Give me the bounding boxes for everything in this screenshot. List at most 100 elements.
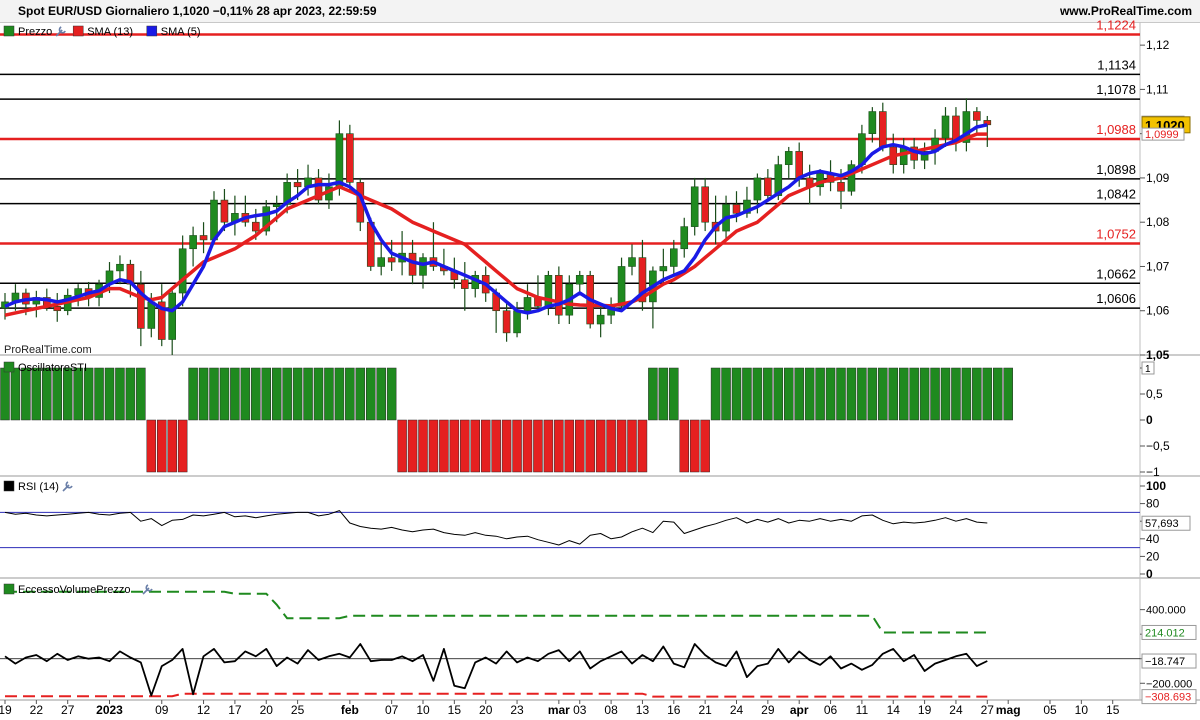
osc-bar xyxy=(104,367,115,421)
level-label: 1,0842 xyxy=(1096,187,1136,202)
osc-bar xyxy=(62,367,73,421)
osc-bar xyxy=(491,419,501,473)
x-tick-label: 12 xyxy=(197,703,211,717)
osc-bar xyxy=(972,367,982,421)
level-label: 1,0606 xyxy=(1096,291,1136,306)
rsi-tick-label: 20 xyxy=(1146,549,1160,563)
legend-swatch xyxy=(146,25,158,37)
osc-tick-label: −1 xyxy=(1146,465,1160,479)
osc-header-label: OscillatoreSTI xyxy=(18,362,87,374)
candle-body xyxy=(732,204,741,214)
rsi-tick-label: 0 xyxy=(1146,567,1153,581)
legend-label: SMA (13) xyxy=(87,26,133,38)
osc-bar xyxy=(324,367,334,421)
osc-bar xyxy=(480,419,491,473)
osc-bar xyxy=(209,367,219,421)
osc-tick-label: −0,5 xyxy=(1146,439,1170,453)
osc-bar xyxy=(376,367,386,421)
x-tick-label: 17 xyxy=(228,703,242,717)
x-tick-label: 20 xyxy=(260,703,274,717)
osc-bar xyxy=(815,367,825,421)
x-tick-label: 24 xyxy=(949,703,963,717)
x-tick-label: 14 xyxy=(887,703,901,717)
candle-body xyxy=(460,279,469,289)
osc-bar xyxy=(616,419,627,473)
rsi-tick-label: 40 xyxy=(1146,532,1160,546)
candle-body xyxy=(784,151,793,165)
osc-bar xyxy=(846,367,857,421)
candle-body xyxy=(596,314,605,325)
osc-bar xyxy=(637,419,648,473)
osc-bar xyxy=(73,367,83,421)
watermark: ProRealTime.com xyxy=(4,344,92,356)
osc-bar xyxy=(627,419,637,473)
legend-swatch xyxy=(3,25,15,37)
candle-body xyxy=(502,310,511,334)
candle-body xyxy=(868,111,877,134)
rsi-tick-label: 80 xyxy=(1146,497,1160,511)
osc-bar xyxy=(251,367,261,421)
candle-body xyxy=(690,186,699,227)
level-label: 1,0988 xyxy=(1096,122,1136,137)
osc-bar xyxy=(470,419,480,473)
x-tick-label: 19 xyxy=(0,703,12,717)
level-label: 1,1224 xyxy=(1096,18,1136,33)
osc-bar xyxy=(449,419,460,473)
candle-body xyxy=(941,115,950,139)
osc-bar xyxy=(564,419,575,473)
x-tick-label: 10 xyxy=(1075,703,1089,717)
x-tick-label: 15 xyxy=(1106,703,1120,717)
x-tick-label: 16 xyxy=(667,703,681,717)
osc-bar xyxy=(721,367,731,421)
osc-bar xyxy=(1003,367,1013,421)
candle-body xyxy=(523,297,532,312)
x-tick-label: 09 xyxy=(155,703,169,717)
candle-body xyxy=(335,133,344,188)
osc-bar xyxy=(867,367,878,421)
osc-bar xyxy=(606,419,616,473)
osc-bar xyxy=(136,367,146,421)
rsi-settings-icon[interactable] xyxy=(62,481,73,492)
x-tick-label: 27 xyxy=(61,703,75,717)
osc-bar xyxy=(742,367,752,421)
osc-bar xyxy=(177,419,188,473)
x-tick-label: 07 xyxy=(385,703,399,717)
osc-bar xyxy=(888,367,898,421)
legend-swatch xyxy=(72,25,84,37)
osc-bar xyxy=(679,419,689,473)
osc-bar xyxy=(345,367,355,421)
osc-bar xyxy=(836,367,846,421)
osc-bar xyxy=(669,367,679,421)
osc-bar xyxy=(230,367,240,421)
osc-bar xyxy=(658,367,669,421)
osc-bar xyxy=(731,367,742,421)
osc-bar xyxy=(857,367,867,421)
osc-bar xyxy=(439,419,449,473)
osc-bar xyxy=(282,367,292,421)
osc-bar xyxy=(919,367,930,421)
candle-body xyxy=(669,248,678,267)
x-tick-label: 21 xyxy=(698,703,712,717)
osc-bar xyxy=(951,367,961,421)
x-tick-label: 05 xyxy=(1043,703,1057,717)
osc-bar xyxy=(83,367,94,421)
candle-body xyxy=(53,306,62,312)
x-tick-label: 2023 xyxy=(96,703,123,717)
osc-bar xyxy=(930,367,940,421)
osc-bar xyxy=(334,367,345,421)
x-tick-label: 10 xyxy=(416,703,430,717)
rsi-header-label: RSI (14) xyxy=(18,481,59,493)
osc-bar xyxy=(31,367,42,421)
osc-bar xyxy=(188,367,198,421)
osc-bar xyxy=(167,419,177,473)
x-tick-label: 06 xyxy=(824,703,838,717)
osc-bar xyxy=(878,367,888,421)
candle-body xyxy=(753,177,762,201)
osc-last-value: 1 xyxy=(1145,364,1151,375)
candle-body xyxy=(189,235,197,250)
price-tick-label: 1,05 xyxy=(1146,348,1170,362)
rsi-line xyxy=(4,510,988,546)
rsi-header-swatch xyxy=(3,480,15,492)
osc-bar xyxy=(554,419,564,473)
osc-bar xyxy=(752,367,763,421)
